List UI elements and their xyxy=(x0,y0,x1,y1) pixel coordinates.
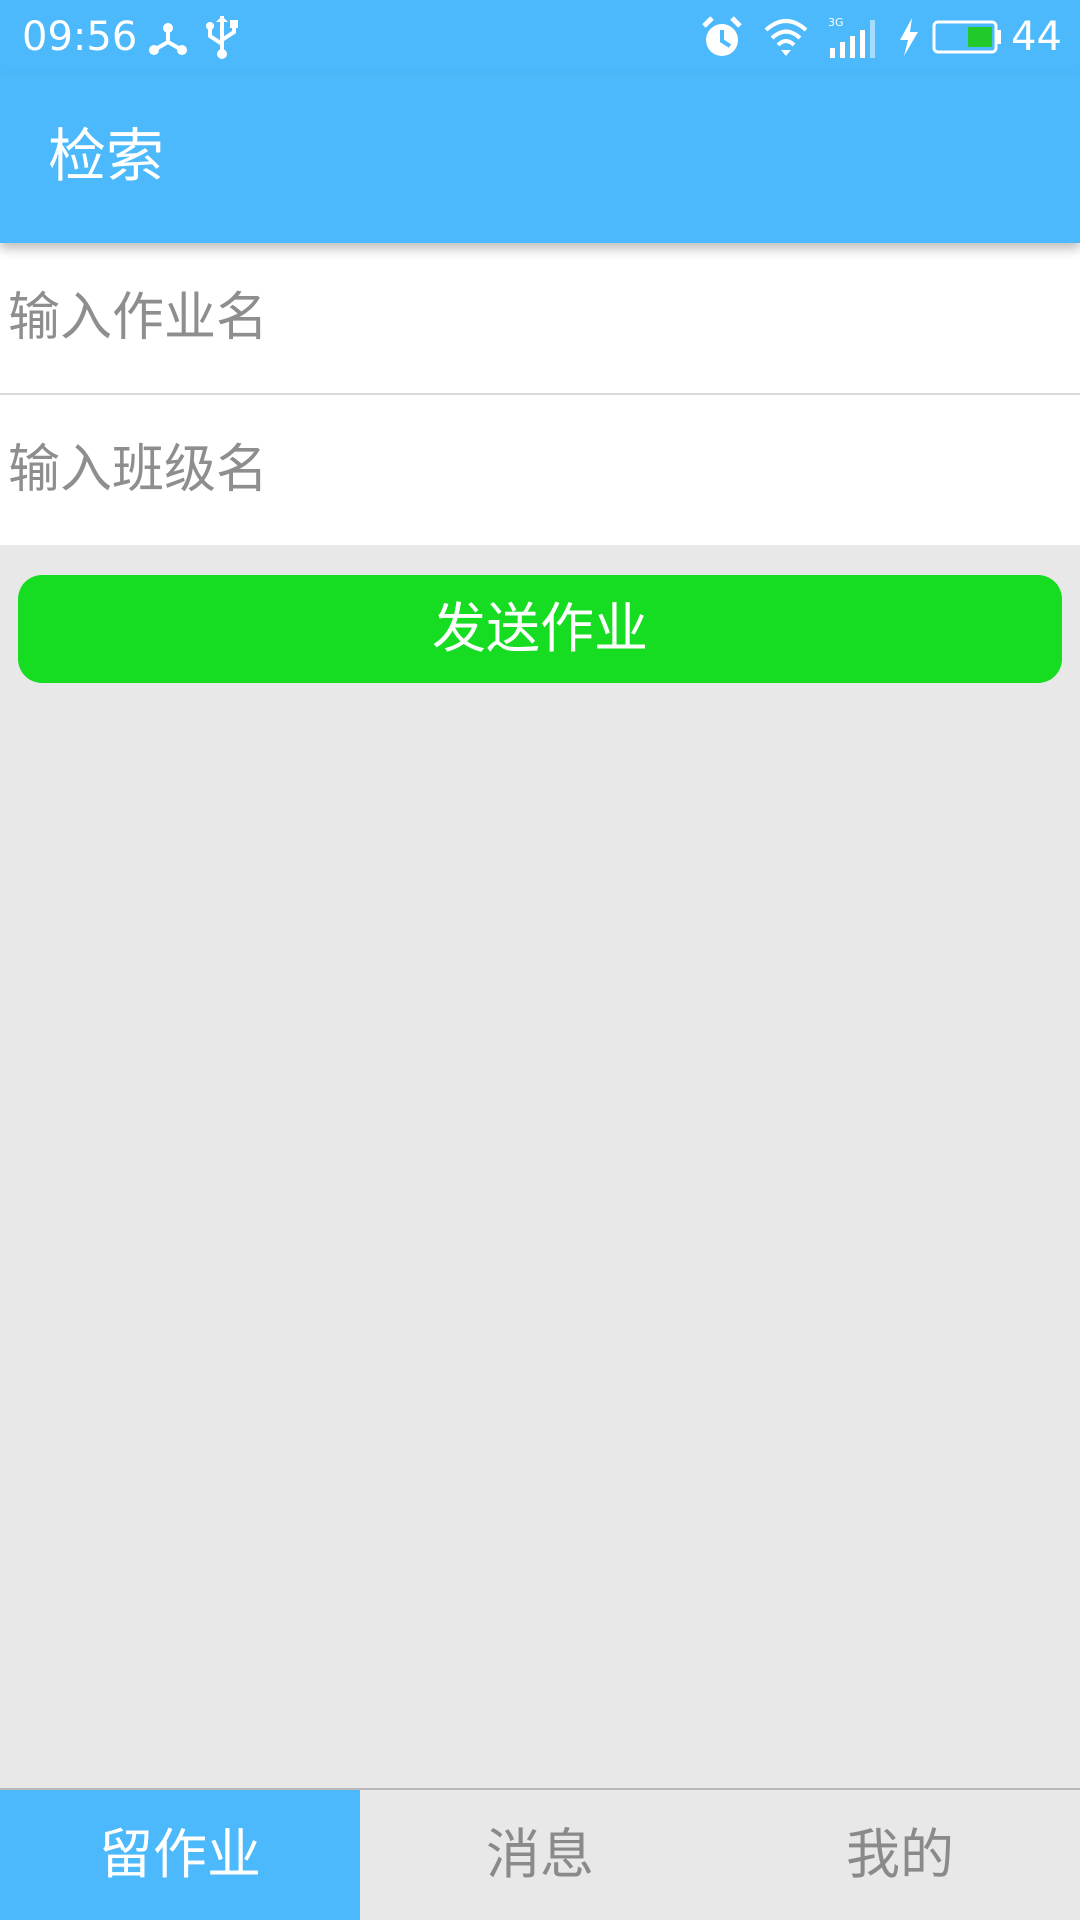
status-bar: 09:56 3G 44 xyxy=(0,0,1080,75)
share-icon xyxy=(149,23,187,55)
tab-me[interactable]: 我的 xyxy=(720,1790,1080,1920)
signal-icon: 3G xyxy=(828,16,875,58)
wifi-icon xyxy=(764,19,808,56)
charging-icon xyxy=(900,18,918,56)
field-divider xyxy=(0,393,1080,395)
battery-icon xyxy=(932,20,1001,54)
class-name-input[interactable] xyxy=(0,395,1080,545)
alarm-icon xyxy=(702,16,742,56)
bottom-nav: 留作业 消息 我的 xyxy=(0,1788,1080,1920)
battery-percent: 44 xyxy=(1011,14,1062,60)
homework-name-input[interactable] xyxy=(0,243,1080,393)
usb-icon xyxy=(206,16,238,59)
network-type-label: 3G xyxy=(828,16,844,29)
app-bar: 检索 xyxy=(0,75,1080,243)
status-time: 09:56 xyxy=(22,14,138,60)
page-title: 检索 xyxy=(48,122,165,190)
send-homework-button[interactable]: 发送作业 xyxy=(18,575,1062,683)
screen: 09:56 3G 44 检索 输入作业名 输入班级名 发送作业 留作业 消息 我… xyxy=(0,0,1080,1920)
class-name-field-container xyxy=(0,395,1080,545)
homework-name-field-container xyxy=(0,243,1080,393)
tab-assign-homework[interactable]: 留作业 xyxy=(0,1790,360,1920)
tab-messages[interactable]: 消息 xyxy=(360,1790,720,1920)
